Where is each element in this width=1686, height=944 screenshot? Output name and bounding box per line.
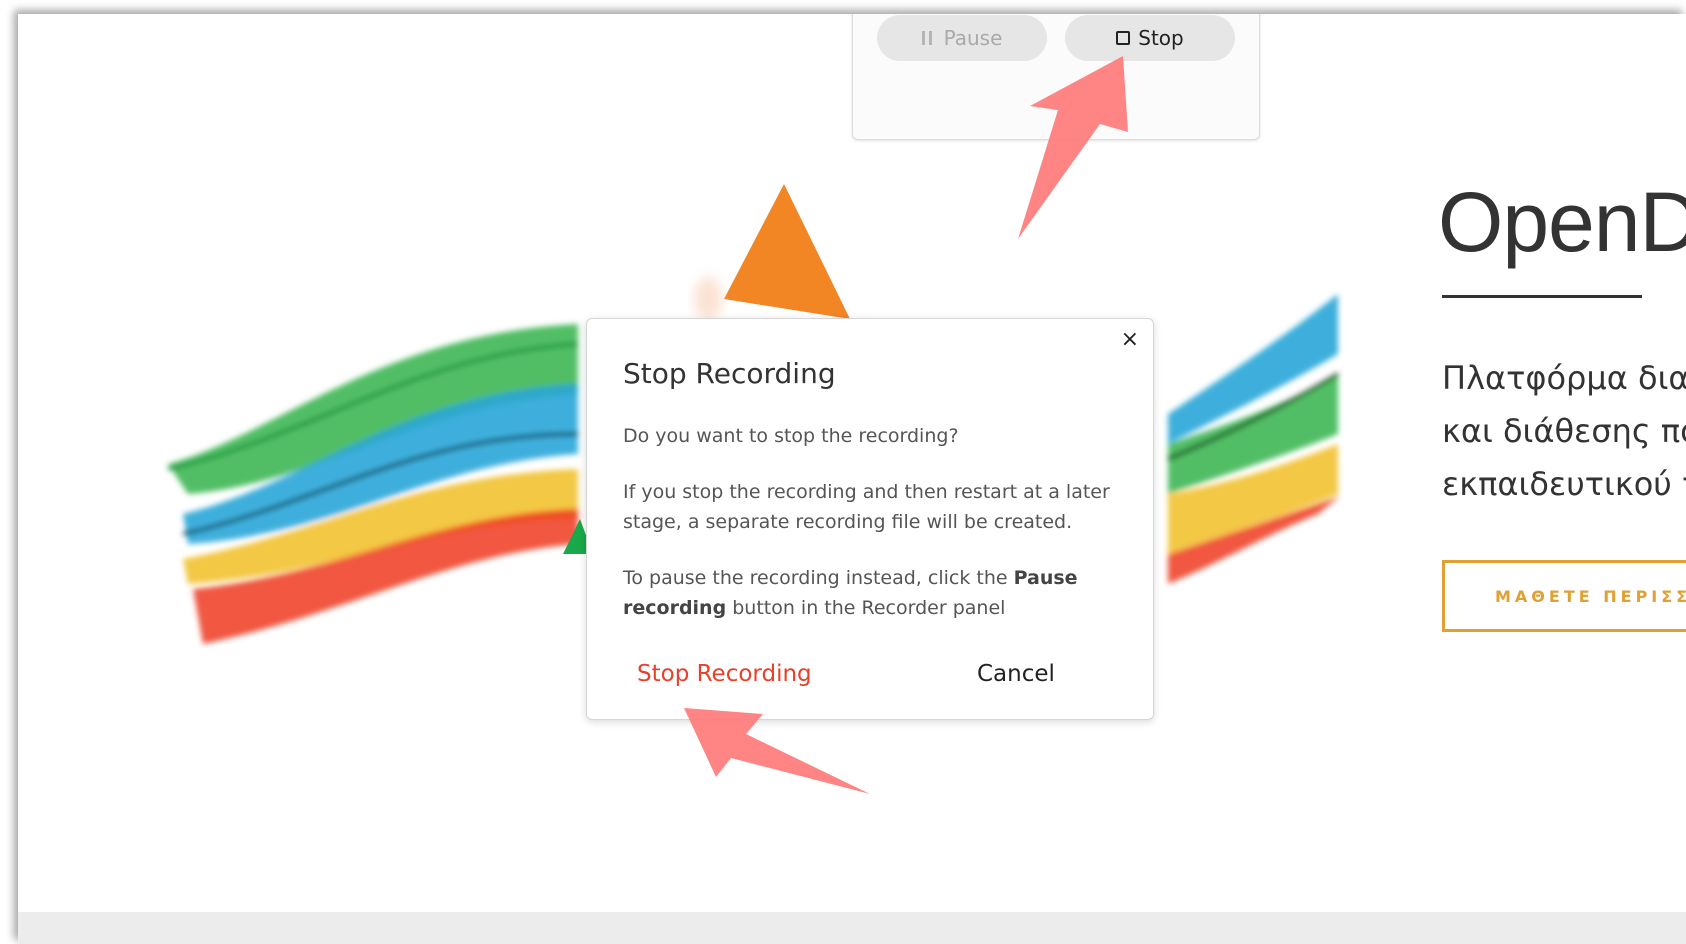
stop-recording-button[interactable]: Stop Recording: [637, 661, 812, 687]
page-bottom-band: [18, 912, 1686, 944]
site-subtitle: Πλατφόρμα δια και διάθεσης πο εκπαιδευτι…: [1442, 352, 1686, 511]
stop-label: Stop: [1138, 26, 1184, 50]
pause-button[interactable]: Pause: [877, 15, 1047, 61]
dialog-question: Do you want to stop the recording?: [623, 425, 959, 447]
left-ribbons: [167, 324, 579, 644]
pause-icon: [921, 31, 932, 45]
dialog-title: Stop Recording: [623, 357, 836, 390]
subtitle-line: εκπαιδευτικού τ: [1442, 465, 1686, 503]
cancel-button[interactable]: Cancel: [977, 661, 1055, 687]
subtitle-line: Πλατφόρμα δια: [1442, 359, 1686, 397]
subtitle-line: και διάθεσης πο: [1442, 412, 1686, 450]
stop-button[interactable]: Stop: [1065, 15, 1235, 61]
learn-more-button[interactable]: ΜΑΘΕΤΕ ΠΕΡΙΣΣ: [1442, 560, 1686, 632]
stop-recording-dialog: × Stop Recording Do you want to stop the…: [586, 318, 1154, 720]
recorder-panel: Pause Stop: [852, 14, 1260, 140]
dialog-text-segment: button in the Recorder panel: [726, 597, 1006, 619]
close-icon[interactable]: ×: [1121, 327, 1139, 352]
dialog-paragraph: If you stop the recording and then resta…: [623, 481, 1110, 533]
pause-label: Pause: [943, 26, 1003, 50]
dialog-text-segment: To pause the recording instead, click th…: [623, 567, 1014, 589]
browser-viewport: Pause Stop OpenD Πλατφόρμα δια και διάθε…: [18, 14, 1686, 944]
right-ribbons: [1167, 294, 1340, 584]
stop-square-icon: [1116, 31, 1131, 45]
title-divider: [1442, 295, 1642, 298]
site-title: OpenD: [1438, 175, 1686, 269]
dialog-paragraph: To pause the recording instead, click th…: [623, 563, 1123, 623]
logo-orange-triangle: [724, 184, 850, 319]
